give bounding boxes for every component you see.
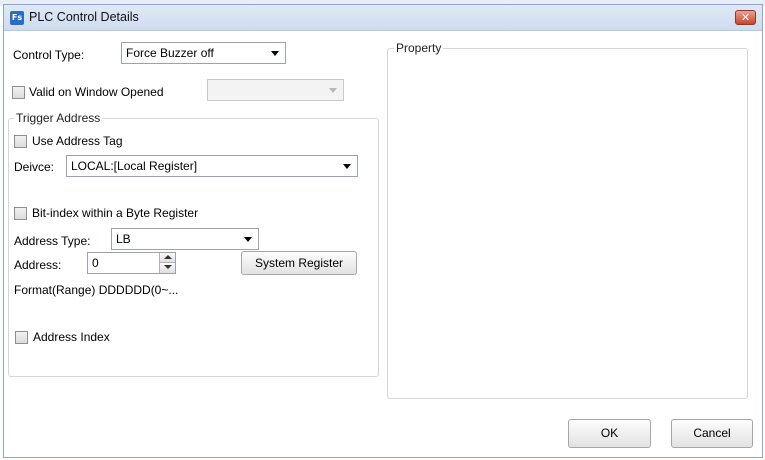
close-icon: ✕: [740, 11, 751, 24]
use-address-tag-label: Use Address Tag: [32, 134, 123, 148]
valid-on-window-opened-label: Valid on Window Opened: [29, 85, 164, 99]
control-type-label: Control Type:: [13, 48, 85, 62]
spin-down-icon[interactable]: [159, 263, 175, 273]
chevron-down-icon: [343, 164, 351, 169]
address-index-label: Address Index: [33, 330, 110, 344]
device-label: Deivce:: [14, 160, 55, 174]
trigger-address-group-label: Trigger Address: [14, 111, 103, 125]
device-value: LOCAL:[Local Register]: [71, 159, 198, 173]
dialog-title: PLC Control Details: [29, 10, 139, 24]
control-type-value: Force Buzzer off: [126, 46, 214, 60]
app-icon: Fs: [10, 11, 24, 25]
address-type-dropdown[interactable]: LB: [111, 228, 259, 250]
address-label: Address:: [14, 258, 62, 272]
valid-on-window-opened-dropdown[interactable]: [207, 79, 344, 101]
bit-index-label: Bit-index within a Byte Register: [32, 206, 199, 220]
control-type-dropdown[interactable]: Force Buzzer off: [121, 42, 286, 64]
address-type-label: Address Type:: [14, 234, 91, 248]
device-dropdown[interactable]: LOCAL:[Local Register]: [66, 155, 358, 177]
ok-button[interactable]: OK: [568, 419, 651, 448]
address-index-checkbox[interactable]: [15, 331, 28, 344]
chevron-down-icon: [271, 51, 279, 56]
address-value: 0: [92, 256, 99, 270]
property-group-label: Property: [394, 41, 444, 55]
cancel-button[interactable]: Cancel: [671, 419, 753, 448]
property-group: [387, 48, 748, 399]
title-bar: Fs PLC Control Details ✕: [4, 5, 762, 31]
system-register-button[interactable]: System Register: [241, 251, 357, 275]
address-stepper[interactable]: 0: [87, 252, 176, 274]
chevron-down-icon: [329, 88, 337, 93]
address-type-value: LB: [116, 232, 131, 246]
valid-on-window-opened-checkbox[interactable]: [12, 86, 25, 99]
plc-control-details-dialog: Fs PLC Control Details ✕ Control Type: F…: [3, 4, 763, 458]
close-button[interactable]: ✕: [735, 10, 756, 25]
bit-index-checkbox[interactable]: [14, 207, 27, 220]
use-address-tag-checkbox[interactable]: [14, 135, 27, 148]
spin-up-icon[interactable]: [159, 253, 175, 263]
format-range-text: Format(Range) DDDDDD(0~...: [14, 283, 179, 297]
chevron-down-icon: [244, 237, 252, 242]
